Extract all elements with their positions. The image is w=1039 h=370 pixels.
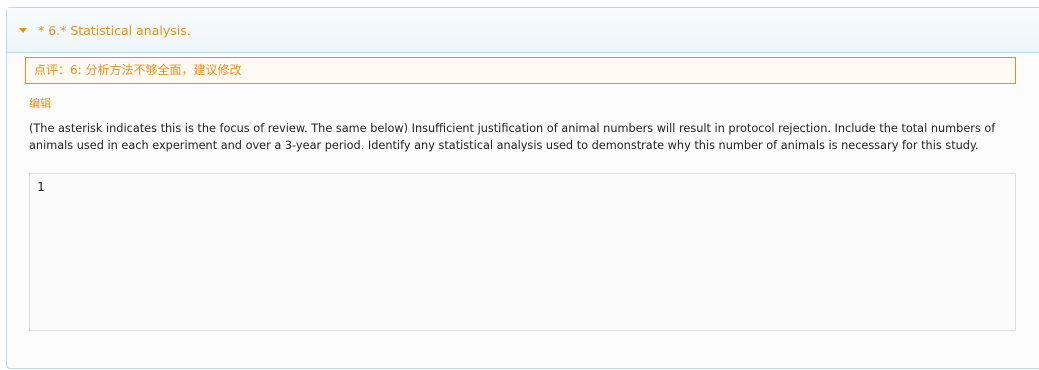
- panel-header[interactable]: * 6.* Statistical analysis.: [7, 8, 1039, 53]
- caret-down-icon[interactable]: [19, 27, 27, 33]
- panel-title: * 6.* Statistical analysis.: [38, 22, 191, 38]
- review-comment: 点评：6: 分析方法不够全面，建议修改: [25, 57, 1016, 84]
- edit-link[interactable]: 编辑: [29, 95, 51, 111]
- answer-textarea[interactable]: 1: [29, 173, 1016, 331]
- question-description: (The asterisk indicates this is the focu…: [29, 122, 996, 152]
